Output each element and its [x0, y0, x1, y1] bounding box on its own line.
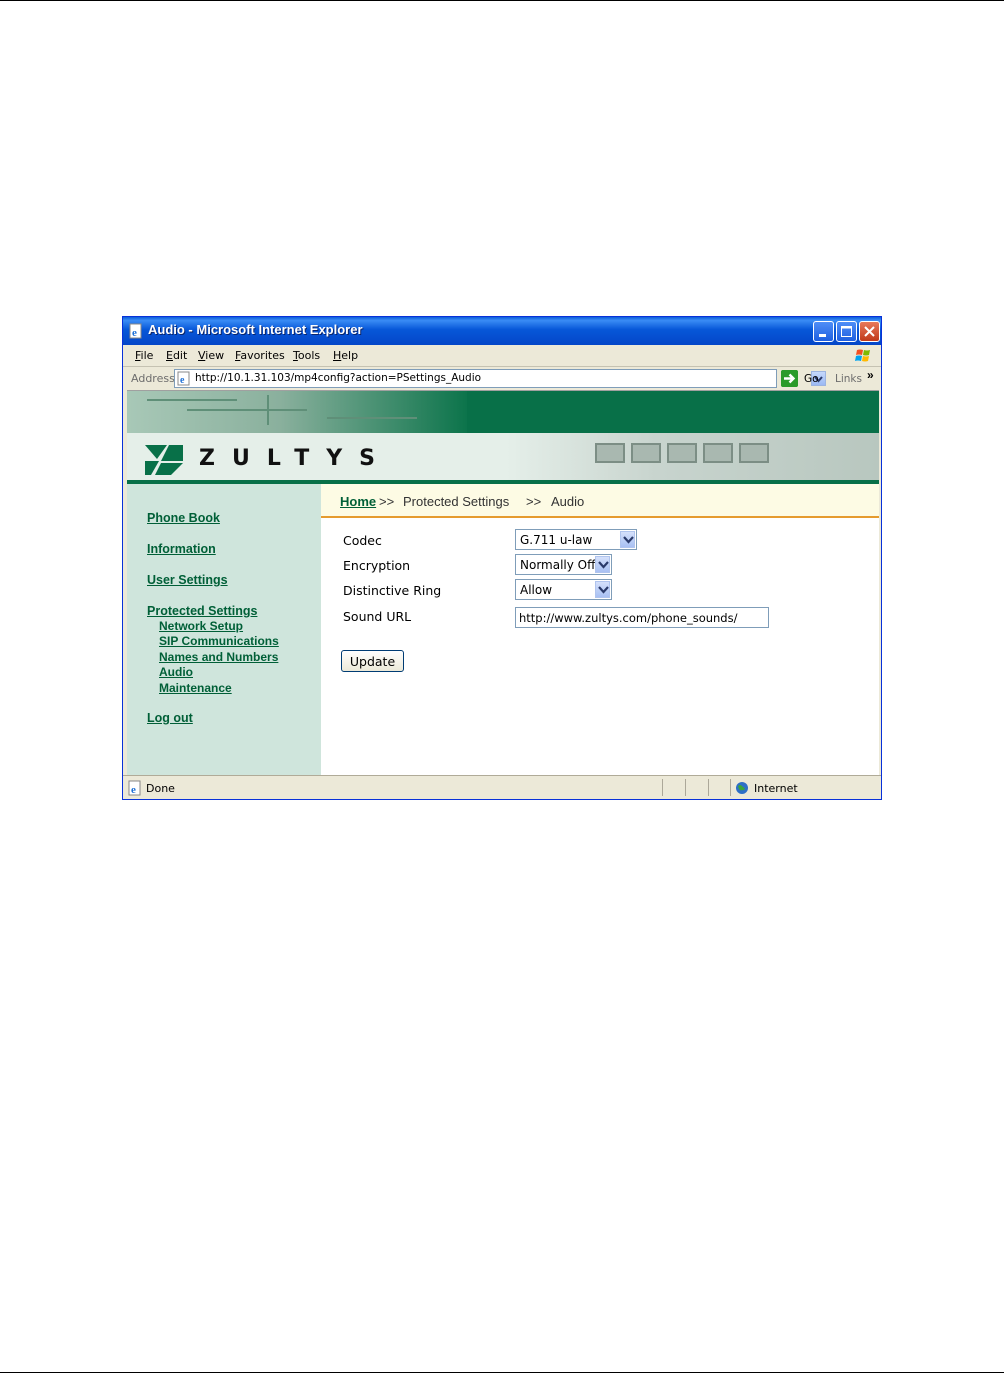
go-arrow-icon[interactable]: [781, 370, 798, 387]
svg-text:e: e: [131, 784, 136, 796]
distinctive-ring-label: Distinctive Ring: [343, 583, 442, 598]
page-top-rule: [0, 0, 1004, 1]
sidebar-nav: Phone Book Information User Settings Pro…: [127, 484, 321, 776]
nav-log-out[interactable]: Log out: [147, 711, 193, 725]
codec-label: Codec: [343, 533, 382, 548]
menu-favorites[interactable]: Favorites: [235, 349, 285, 362]
window-title: Audio - Microsoft Internet Explorer: [148, 322, 363, 337]
address-bar: Address e http://10.1.31.103/mp4config?a…: [123, 367, 881, 390]
minimize-button[interactable]: [813, 321, 834, 342]
address-input[interactable]: e http://10.1.31.103/mp4config?action=PS…: [174, 369, 826, 388]
menu-edit[interactable]: Edit: [166, 349, 187, 362]
breadcrumb-protected-settings: Protected Settings: [403, 494, 510, 509]
zultys-logo-text: ZULTYS: [199, 446, 392, 471]
codec-select[interactable]: G.711 u-law: [515, 529, 637, 550]
page-bottom-rule: [0, 1372, 1004, 1373]
distinctive-ring-select[interactable]: Allow: [515, 579, 612, 600]
status-bar: e Done Internet: [123, 775, 881, 799]
encryption-label: Encryption: [343, 558, 411, 573]
status-text: Done: [146, 782, 175, 795]
breadcrumb-separator: >>: [379, 494, 395, 509]
menu-bar: File Edit View Favorites Tools Help: [123, 345, 881, 367]
sound-url-value: http://www.zultys.com/phone_sounds/: [519, 611, 738, 625]
breadcrumb-separator: >>: [526, 494, 542, 509]
dropdown-arrow-icon: [623, 536, 634, 544]
title-bar[interactable]: e Audio - Microsoft Internet Explorer: [123, 317, 881, 345]
minimize-icon: [819, 334, 826, 337]
browser-window: e Audio - Microsoft Internet Explorer Fi…: [122, 316, 882, 800]
encryption-select[interactable]: Normally Off: [515, 554, 612, 575]
sound-url-input[interactable]: http://www.zultys.com/phone_sounds/: [515, 607, 769, 628]
ie-page-icon: e: [129, 323, 142, 339]
menu-view[interactable]: View: [198, 349, 224, 362]
codec-dropdown-button[interactable]: [620, 531, 635, 548]
maximize-icon: [841, 326, 852, 337]
nav-audio[interactable]: Audio: [159, 665, 193, 679]
menu-file[interactable]: File: [135, 349, 153, 362]
nav-user-settings[interactable]: User Settings: [147, 573, 228, 587]
zultys-logo-icon: [145, 445, 183, 475]
dropdown-arrow-icon: [598, 561, 609, 569]
close-button[interactable]: [859, 321, 880, 342]
breadcrumb-current: Audio: [551, 494, 585, 509]
nav-sip-communications[interactable]: SIP Communications: [159, 634, 279, 648]
ie-page-icon: e: [128, 780, 141, 796]
settings-content: Home >> Protected Settings >> Audio Code…: [321, 484, 879, 776]
distinctive-ring-dropdown-button[interactable]: [595, 581, 610, 598]
circuit-board-image: [127, 391, 467, 433]
links-chevron[interactable]: »: [867, 368, 874, 382]
security-zone: Internet: [754, 782, 798, 795]
update-button[interactable]: Update: [341, 650, 404, 672]
dropdown-arrow-icon: [598, 586, 609, 594]
svg-text:e: e: [132, 327, 137, 339]
nav-phone-book[interactable]: Phone Book: [147, 511, 220, 525]
address-url: http://10.1.31.103/mp4config?action=PSet…: [195, 372, 482, 384]
breadcrumb-home[interactable]: Home: [340, 494, 376, 509]
nav-protected-settings[interactable]: Protected Settings: [147, 604, 257, 618]
page-viewport: ZULTYS Phone Book Information User Setti…: [127, 390, 879, 776]
nav-names-and-numbers[interactable]: Names and Numbers: [159, 650, 278, 664]
breadcrumb: Home >> Protected Settings >> Audio: [321, 484, 879, 518]
nav-maintenance[interactable]: Maintenance: [159, 681, 232, 695]
links-button[interactable]: Links: [835, 373, 862, 385]
globe-icon: [736, 782, 748, 794]
codec-value: G.711 u-law: [520, 533, 593, 547]
close-icon: [864, 326, 875, 337]
menu-tools[interactable]: Tools: [293, 349, 320, 362]
encryption-dropdown-button[interactable]: [595, 556, 610, 573]
ie-page-icon: e: [177, 371, 190, 386]
nav-network-setup[interactable]: Network Setup: [159, 619, 243, 633]
nav-information[interactable]: Information: [147, 542, 216, 556]
menu-help[interactable]: Help: [333, 349, 358, 362]
maximize-button[interactable]: [836, 321, 857, 342]
go-button[interactable]: Go: [804, 373, 819, 385]
address-label: Address: [131, 372, 175, 385]
windows-flag-icon: [855, 349, 870, 362]
zultys-banner: ZULTYS: [127, 391, 879, 484]
svg-text:e: e: [180, 375, 185, 386]
distinctive-ring-value: Allow: [520, 583, 553, 597]
encryption-value: Normally Off: [520, 558, 596, 572]
sound-url-label: Sound URL: [343, 609, 412, 624]
